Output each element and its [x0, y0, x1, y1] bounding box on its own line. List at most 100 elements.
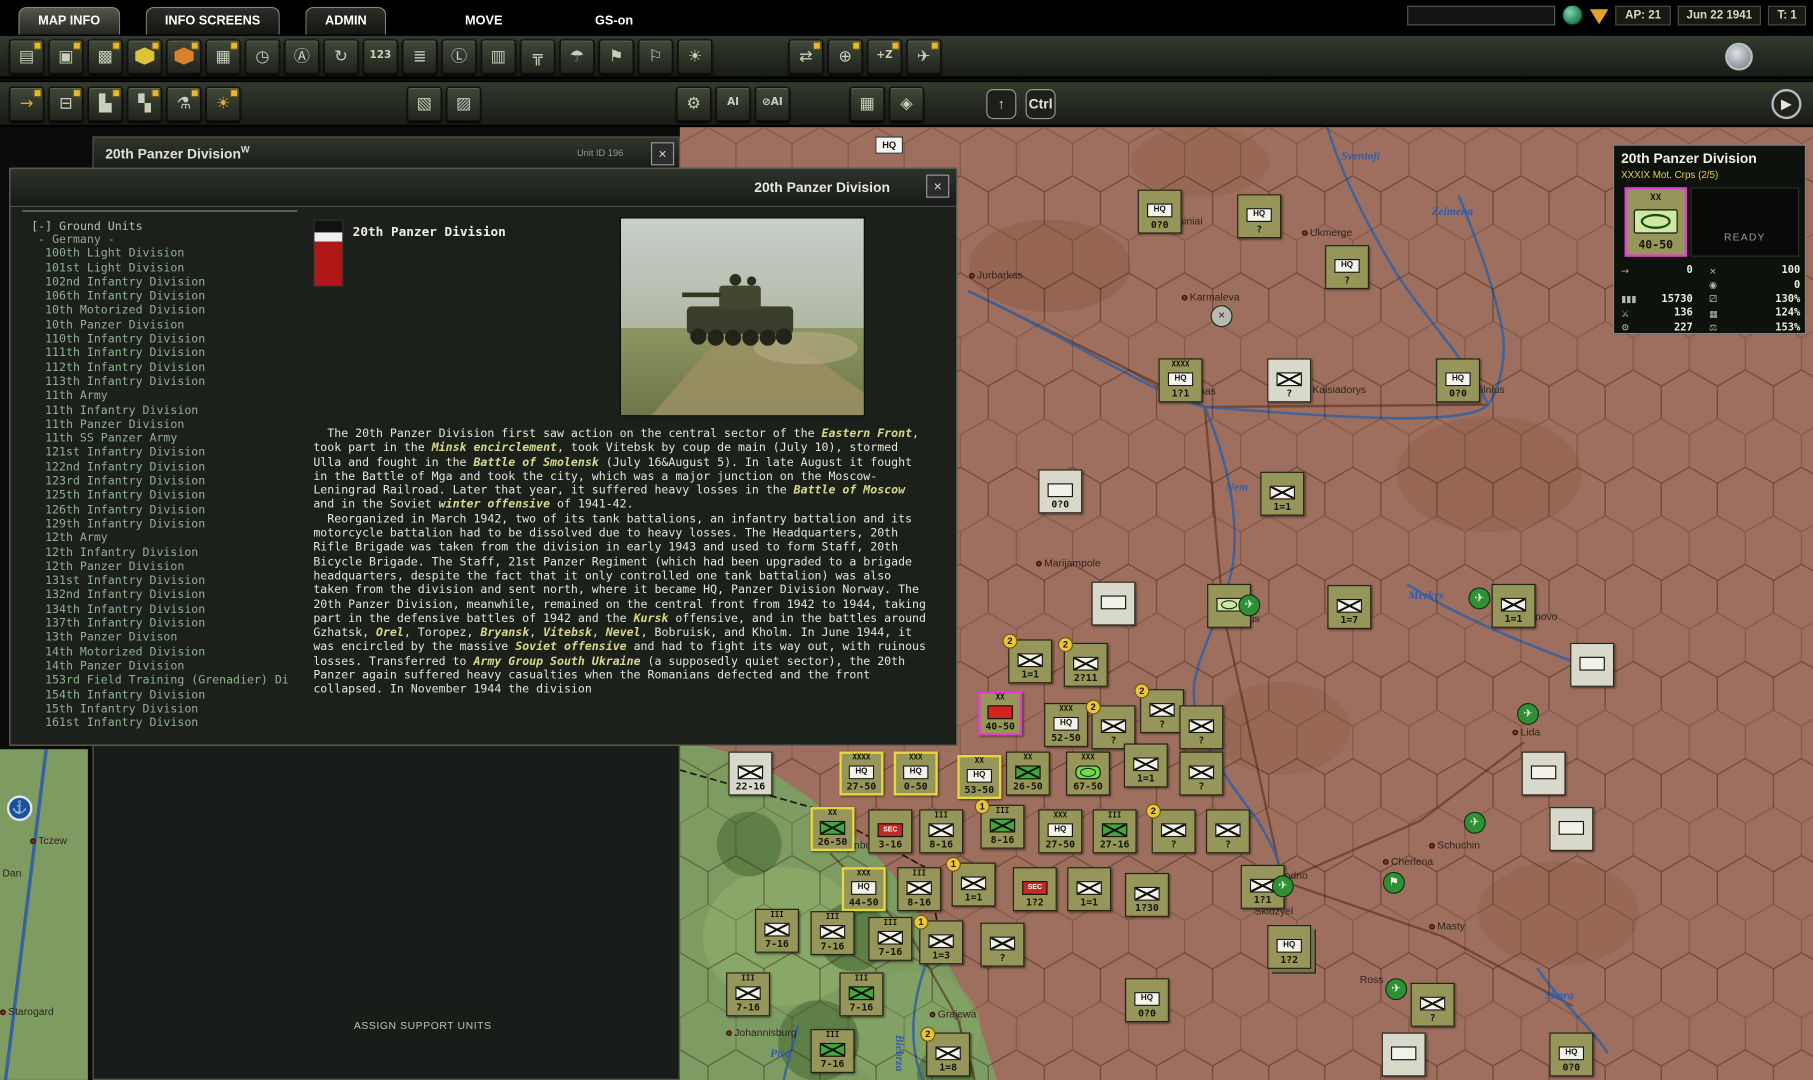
unit-list-item[interactable]: 125th Infantry Division [45, 489, 297, 503]
window-data-icon[interactable]: ▨ [446, 86, 481, 121]
unit-counter[interactable]: ? [1411, 983, 1455, 1027]
unit-window-titlebar[interactable]: 20th Panzer DivisionW Unit ID 196 × [94, 138, 679, 170]
unit-counter[interactable] [1570, 643, 1614, 687]
unit-list-item[interactable]: 134th Infantry Division [45, 603, 297, 617]
air-unit-icon[interactable]: ✈ [1464, 812, 1486, 834]
unit-counter[interactable]: III8-161 [981, 805, 1025, 849]
unit-list-item[interactable]: 161st Infantry Divison [45, 717, 297, 731]
unit-list-item[interactable]: 10th Motorized Division [45, 305, 297, 319]
unit-counter[interactable]: ✈ [1207, 584, 1251, 628]
tab-admin[interactable]: ADMIN [305, 7, 386, 35]
unit-counter[interactable]: HQ0?0 [1138, 190, 1182, 234]
unit-counter[interactable]: 2?112 [1064, 643, 1108, 687]
unit-list-item[interactable]: 122nd Infantry Division [45, 461, 297, 475]
unit-list-item[interactable]: 111th Infantry Division [45, 347, 297, 361]
stack-windows-icon[interactable]: ▩ [88, 39, 123, 74]
tab-map-info[interactable]: MAP INFO [19, 7, 120, 35]
unit-list-item[interactable]: 12th Panzer Division [45, 561, 297, 575]
mine-icon[interactable]: ◈ [889, 86, 924, 121]
offmap-hq-tag[interactable]: HQ [875, 136, 903, 153]
unit-counter[interactable]: XX26-50 [811, 807, 855, 851]
unit-counter[interactable]: 1=1 [1260, 472, 1304, 516]
unit-counter[interactable]: HQ1?2 [1267, 925, 1311, 969]
unit-counter[interactable]: ?2 [1152, 809, 1196, 853]
globe-icon[interactable] [1563, 5, 1584, 26]
train-icon[interactable]: ⊟ [49, 86, 84, 121]
unit-counter[interactable]: III7-16 [839, 972, 883, 1016]
factory-icon[interactable]: ▦ [206, 39, 241, 74]
air-unit-icon[interactable]: ✈ [1385, 978, 1407, 1000]
unit-list-item[interactable]: 14th Panzer Division [45, 660, 297, 674]
garrison-icon[interactable]: × [1211, 305, 1233, 327]
unit-list-item[interactable]: 110th Infantry Division [45, 333, 297, 347]
unit-counter[interactable]: III27-16 [1093, 809, 1137, 853]
unit-counter[interactable]: 1=7 [1327, 585, 1371, 629]
unit-counter-large[interactable]: XX 40-50 [1625, 187, 1687, 256]
unit-list-item[interactable]: 112th Infantry Division [45, 362, 297, 376]
metrics-chart-icon[interactable]: ▚ [127, 86, 162, 121]
unit-counter[interactable]: III7-16 [811, 911, 855, 955]
unit-counter[interactable] [1092, 582, 1136, 626]
unit-counter[interactable]: 1=12 [1008, 639, 1052, 683]
unit-counter[interactable]: III7-16 [755, 909, 799, 953]
unit-counter[interactable]: XX40-50 [978, 691, 1022, 735]
unit-counter[interactable]: HQ0?0 [1125, 978, 1169, 1022]
tab-move[interactable]: MOVE [446, 8, 520, 35]
move-arrow-icon[interactable]: → [9, 86, 44, 121]
unit-counter[interactable]: 1=1 [1492, 584, 1536, 628]
swap-arrows-icon[interactable]: ⇄ [789, 39, 824, 74]
unit-counter[interactable] [1522, 752, 1566, 796]
encyclopedia-titlebar[interactable]: 20th Panzer Division × [10, 169, 956, 207]
unit-counter[interactable] [1382, 1033, 1426, 1077]
up-button[interactable]: ↑ [986, 88, 1016, 118]
unit-counter[interactable]: XXXXHQ27-50 [839, 752, 883, 796]
unit-counter[interactable]: ? [1267, 358, 1311, 402]
unit-list-item[interactable]: 14th Motorized Division [45, 646, 297, 660]
ctrl-button[interactable]: Ctrl [1026, 88, 1056, 118]
factory-window-icon[interactable]: ▦ [850, 86, 885, 121]
unit-counter[interactable]: XXHQ53-50 [957, 755, 1001, 799]
air-transfer-icon[interactable]: ✈ [907, 39, 942, 74]
next-button[interactable]: ▶ [1771, 88, 1801, 118]
unit-list-item[interactable]: 10th Panzer Division [45, 319, 297, 333]
unit-list-item[interactable]: 102nd Infantry Division [45, 276, 297, 290]
air-unit-icon[interactable]: ✈ [1238, 594, 1260, 616]
unit-counter[interactable]: ? [1179, 752, 1223, 796]
unit-list-item[interactable]: 113th Infantry Division [45, 376, 297, 390]
unit-counter[interactable]: III7-16 [811, 1029, 855, 1073]
air-unit-icon[interactable]: ✈ [1272, 875, 1294, 897]
unit-list-item[interactable]: 15th Infantry Division [45, 703, 297, 717]
weather-icon[interactable]: ☂ [560, 39, 595, 74]
unit-counter[interactable]: XXXHQ27-50 [1038, 809, 1082, 853]
radio-icon[interactable]: Ⓐ [284, 39, 319, 74]
map-left-strip[interactable]: ⚓ TczewDanStarogard [0, 749, 88, 1080]
unit-list-item[interactable]: 121st Infantry Division [45, 447, 297, 461]
window-icon[interactable]: ▤ [9, 39, 44, 74]
unit-counter[interactable]: III7-16 [868, 917, 912, 961]
unit-list-item[interactable]: 13th Panzer Divison [45, 632, 297, 646]
unit-counter[interactable]: XX26-50 [1006, 752, 1050, 796]
unit-list-item[interactable]: 137th Infantry Division [45, 617, 297, 631]
unit-list-item[interactable]: 154th Infantry Division [45, 689, 297, 703]
search-input[interactable] [1408, 5, 1556, 25]
port-anchor-icon[interactable]: ⚓ [7, 796, 32, 821]
close-icon[interactable]: × [651, 142, 674, 165]
rail-yard-icon[interactable]: ≣ [402, 39, 437, 74]
unit-counter[interactable]: ?2 [1140, 689, 1184, 733]
unit-list-item[interactable]: 11th Army [45, 390, 297, 404]
assign-support-units-button[interactable]: ASSIGN SUPPORT UNITS [354, 1020, 492, 1032]
unit-counter[interactable]: 1=1 [1124, 743, 1168, 787]
unit-counter[interactable]: HQ0?0 [1436, 358, 1480, 402]
unit-list-item[interactable]: 101st Light Division [45, 262, 297, 276]
globe-sync-icon[interactable]: ↻ [324, 39, 359, 74]
hex-production-icon[interactable] [167, 39, 202, 74]
edit-z-icon[interactable]: +Z [867, 39, 902, 74]
unit-counter[interactable]: 0?0 [1038, 469, 1082, 513]
unit-list-item[interactable]: 131st Infantry Division [45, 575, 297, 589]
unit-counter[interactable]: 1=31 [919, 920, 963, 964]
air-unit-icon[interactable]: ⚑ [1383, 872, 1405, 894]
unit-list-item[interactable]: 12th Army [45, 532, 297, 546]
unit-counter[interactable]: ? [1179, 705, 1223, 749]
unit-list-item[interactable]: 11th Infantry Division [45, 404, 297, 418]
unit-list-item[interactable]: 132nd Infantry Division [45, 589, 297, 603]
